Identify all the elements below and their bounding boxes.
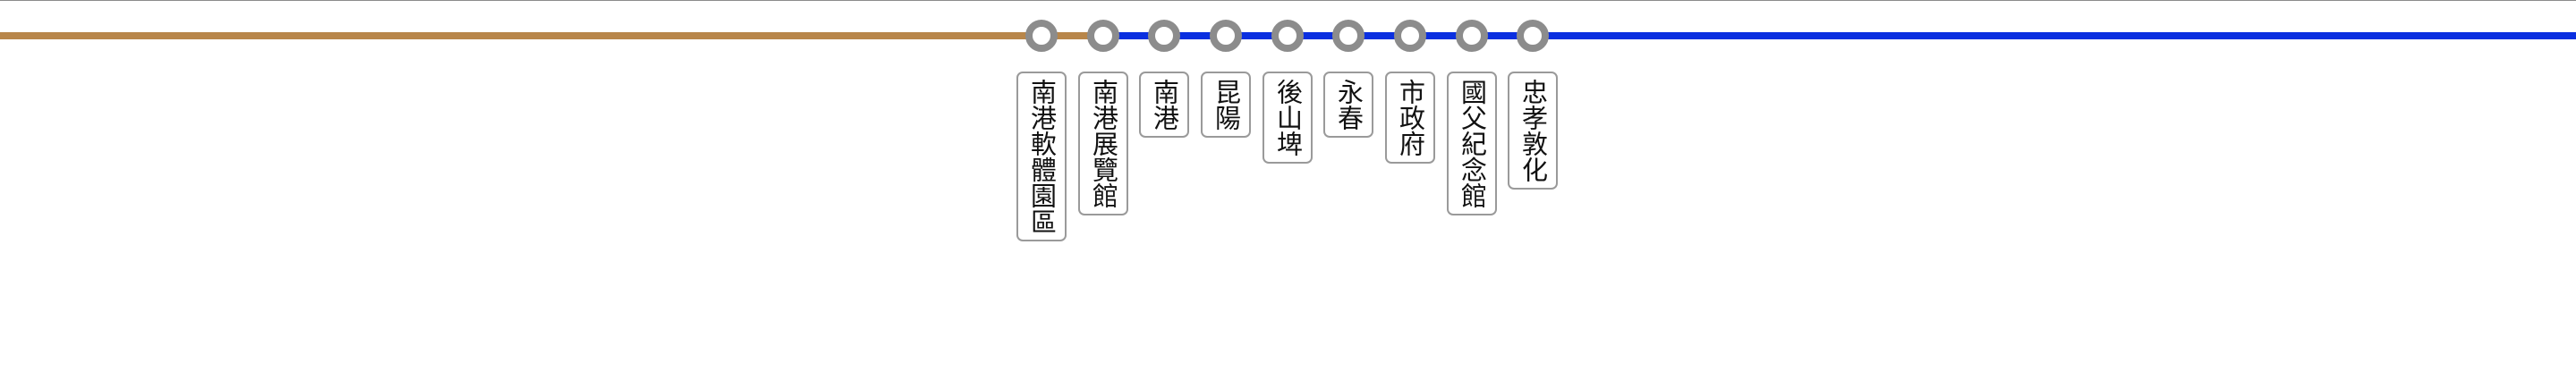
station-marker <box>1148 20 1180 52</box>
station-marker <box>1394 20 1426 52</box>
station-name: 市政府 <box>1395 79 1426 156</box>
station-marker <box>1087 20 1119 52</box>
station-marker <box>1456 20 1488 52</box>
station-label: 南港 <box>1139 72 1189 138</box>
station-marker <box>1025 20 1058 52</box>
station-label: 南港展覽館 <box>1078 72 1128 215</box>
station-label: 市政府 <box>1385 72 1435 164</box>
station-name: 國父紀念館 <box>1457 79 1488 208</box>
station-marker <box>1271 20 1304 52</box>
station-name: 南港軟體園區 <box>1026 79 1058 234</box>
station-name: 昆陽 <box>1211 79 1242 131</box>
station-marker <box>1210 20 1242 52</box>
station-name: 後山埤 <box>1272 79 1304 156</box>
station-label: 昆陽 <box>1201 72 1251 138</box>
station-marker <box>1332 20 1365 52</box>
station-marker <box>1517 20 1549 52</box>
station-name: 永春 <box>1333 79 1365 131</box>
route-line-diagram <box>0 20 2576 52</box>
station-label: 忠孝敦化 <box>1508 72 1558 190</box>
station-label: 國父紀念館 <box>1447 72 1497 215</box>
station-label: 後山埤 <box>1262 72 1313 164</box>
station-name: 南港展覽館 <box>1088 79 1119 208</box>
station-name: 忠孝敦化 <box>1518 79 1549 182</box>
station-name: 南港 <box>1149 79 1180 131</box>
station-label: 南港軟體園區 <box>1016 72 1067 241</box>
station-label: 永春 <box>1323 72 1373 138</box>
